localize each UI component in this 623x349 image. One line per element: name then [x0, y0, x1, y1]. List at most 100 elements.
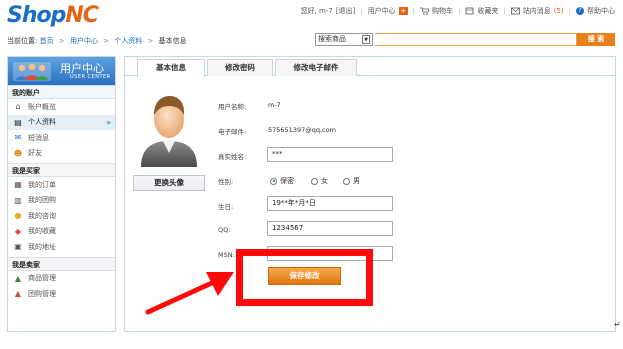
- gender-radio-female[interactable]: 女: [311, 176, 328, 186]
- sidebar-subtitle: USER CENTER: [70, 74, 111, 80]
- divider: |: [412, 7, 415, 15]
- real-name-label: 真实姓名:: [218, 153, 247, 161]
- radio-selected-icon: [270, 177, 277, 185]
- chevron-down-icon: ▼: [362, 34, 370, 44]
- change-avatar-button[interactable]: 更换头像: [133, 175, 205, 191]
- breadcrumb-separator: >: [103, 37, 110, 45]
- sidebar-item-my-addresses[interactable]: ▣ 我的地址: [8, 239, 115, 255]
- red-arrow-icon: [145, 272, 234, 315]
- breadcrumb-profile[interactable]: 个人资料: [114, 37, 142, 45]
- divider: |: [458, 7, 461, 15]
- breadcrumb-separator: >: [58, 37, 65, 45]
- sidebar-item-my-orders[interactable]: ▦ 我的订单: [8, 177, 115, 193]
- gender-label: 性别:: [218, 178, 234, 186]
- divider: |: [503, 7, 506, 15]
- sidebar-item-my-favorites[interactable]: ◆ 我的收藏: [8, 224, 115, 240]
- divider: |: [568, 7, 571, 15]
- sidebar-item-account-overview[interactable]: ⌂ 账户概览: [8, 99, 115, 115]
- orders-icon: ▦: [14, 180, 22, 190]
- breadcrumb-current: 基本信息: [158, 37, 187, 45]
- sidebar-item-label: 团购管理: [28, 289, 56, 298]
- birthday-input[interactable]: 19**年*月*日: [267, 196, 393, 211]
- sidebar-item-label: 账户概览: [28, 102, 56, 111]
- shopnc-logo[interactable]: Shop NC: [7, 3, 99, 29]
- tab-change-email[interactable]: 修改电子邮件: [275, 59, 357, 76]
- favorites-icon: [465, 7, 474, 15]
- profile-tabs: 基本信息 修改密码 修改电子邮件: [125, 57, 615, 77]
- chat-bubble-icon: ●: [14, 211, 22, 221]
- sidebar-item-label: 我的收藏: [28, 227, 56, 236]
- birthday-label: 生日:: [218, 203, 234, 211]
- help-icon: ?: [576, 7, 584, 15]
- sidebar-section-my-account: 我的账户: [8, 85, 115, 99]
- real-name-input[interactable]: ***: [267, 147, 393, 162]
- sidebar-item-label: 我的地址: [28, 242, 56, 251]
- avatar: [141, 96, 197, 167]
- gender-option-label: 男: [353, 177, 360, 185]
- user-center-link[interactable]: 用户中心: [368, 6, 396, 16]
- email-label: 电子邮件:: [218, 128, 247, 136]
- sidebar-item-product-management[interactable]: ▲ 商品管理: [8, 271, 115, 287]
- sidebar-item-label: 商品管理: [28, 274, 56, 283]
- breadcrumb-prefix: 当前位置:: [7, 37, 38, 45]
- username-value: m-7: [268, 101, 281, 109]
- search-button[interactable]: 搜 索: [577, 32, 615, 46]
- sidebar-item-profile[interactable]: ▤ 个人资料: [8, 114, 115, 130]
- search-category-select[interactable]: 搜索商品 ▼: [315, 32, 373, 46]
- gender-radio-secret[interactable]: 保密: [270, 176, 294, 186]
- sidebar-item-label: 我的团购: [28, 196, 56, 205]
- cart-link[interactable]: 购物车: [432, 6, 453, 16]
- gender-radio-male[interactable]: 男: [343, 176, 360, 186]
- plus-icon[interactable]: +: [398, 7, 408, 15]
- message-count-badge: (5): [553, 7, 564, 15]
- breadcrumb-user-center[interactable]: 用户中心: [70, 37, 98, 45]
- return-mark-icon: ↵: [614, 320, 621, 329]
- bookmark-icon: ◆: [14, 226, 22, 236]
- tab-change-password[interactable]: 修改密码: [207, 59, 273, 76]
- gender-option-label: 保密: [280, 177, 294, 185]
- sidebar-section-buyer: 我是买家: [8, 163, 115, 177]
- sidebar-section-seller: 我是卖家: [8, 256, 115, 271]
- username-label: 用户名称:: [218, 103, 247, 111]
- sidebar-item-my-inquiries[interactable]: ● 我的咨询: [8, 208, 115, 224]
- sidebar-item-label: 短消息: [28, 133, 49, 142]
- favorites-link[interactable]: 收藏夹: [477, 6, 498, 16]
- sidebar-item-label: 好友: [28, 149, 42, 158]
- msn-label: MSN:: [218, 251, 235, 259]
- save-changes-button[interactable]: 保存修改: [268, 267, 341, 285]
- search-bar: 搜索商品 ▼ 搜 索: [315, 32, 615, 46]
- search-category-value: 搜索商品: [318, 35, 346, 43]
- tab-basic-info[interactable]: 基本信息: [137, 59, 205, 77]
- address-book-icon: ▣: [14, 242, 22, 252]
- radio-icon: [343, 177, 350, 185]
- divider: |: [360, 7, 363, 15]
- envelope-icon: ✉: [14, 133, 22, 143]
- top-utility-bar: 您好, m-7 [退出] | 用户中心 + | 购物车 | 收藏夹 | 站内消息…: [301, 6, 615, 16]
- sidebar-item-my-group-buys[interactable]: ▥ 我的团购: [8, 193, 115, 209]
- sidebar-item-group-buy-management[interactable]: ▲ 团购管理: [8, 286, 115, 302]
- greeting-text: 您好, m-7: [300, 7, 333, 15]
- breadcrumb-separator: >: [147, 37, 154, 45]
- logo-part-nc: NC: [65, 3, 99, 28]
- gender-option-label: 女: [321, 177, 328, 185]
- messages-link[interactable]: 站内消息: [523, 6, 551, 16]
- sidebar-item-label: 我的咨询: [28, 211, 56, 220]
- sidebar-item-label: 我的订单: [28, 180, 56, 189]
- help-link[interactable]: 帮助中心: [587, 6, 615, 16]
- search-input[interactable]: [375, 32, 577, 46]
- email-value: 575651397@qq.com: [268, 126, 336, 134]
- logout-link[interactable]: [退出]: [336, 6, 355, 16]
- group-buy-icon: ▥: [14, 195, 22, 205]
- breadcrumb: 当前位置: 首页 > 用户中心 > 个人资料 > 基本信息: [7, 36, 187, 46]
- sidebar-item-messages[interactable]: ✉ 短消息: [8, 130, 115, 146]
- radio-icon: [311, 177, 318, 185]
- qq-input[interactable]: 1234567: [267, 221, 393, 236]
- friends-icon: ☻: [13, 148, 23, 158]
- logo-part-shop: Shop: [7, 3, 66, 28]
- qq-label: QQ:: [218, 226, 231, 234]
- breadcrumb-home[interactable]: 首页: [40, 37, 54, 45]
- sidebar-item-friends[interactable]: ☻ 好友: [8, 146, 115, 162]
- sidebar-item-label: 个人资料: [28, 118, 56, 127]
- cart-icon: [420, 7, 430, 15]
- products-icon: ▲: [14, 273, 22, 283]
